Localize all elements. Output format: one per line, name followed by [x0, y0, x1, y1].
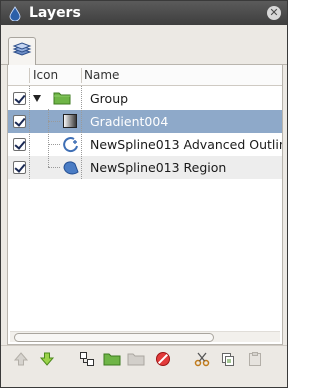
panel-tab-strip — [1, 25, 287, 65]
raise-layer-button[interactable] — [11, 349, 31, 369]
horizontal-scrollbar[interactable] — [10, 331, 280, 342]
tree-header: Icon Name — [8, 65, 282, 86]
layers-stack-icon — [12, 41, 32, 62]
layer-row-group[interactable]: Group — [8, 87, 282, 110]
expand-arrow-icon[interactable] — [33, 95, 41, 102]
encapsulate-button[interactable] — [77, 349, 97, 369]
synfig-drop-icon — [7, 5, 23, 21]
encapsulate-icon — [80, 352, 94, 366]
lower-layer-button[interactable] — [37, 349, 57, 369]
layers-tree[interactable]: Icon Name Group Gradient004 NewSpline013… — [7, 65, 283, 345]
layer-name: NewSpline013 Region — [90, 160, 227, 175]
column-header-icon[interactable]: Icon — [33, 65, 58, 86]
layers-panel-window: Layers ✕ Icon Name Group Gradient004 New… — [0, 0, 288, 388]
tab-layers[interactable] — [8, 37, 36, 65]
layers-toolbar — [1, 345, 287, 371]
tree-guide-line — [81, 86, 82, 179]
window-title: Layers — [29, 5, 81, 21]
folder-icon — [103, 353, 121, 366]
column-separator — [29, 68, 30, 83]
arrow-up-icon — [13, 352, 29, 366]
tree-guide-line — [48, 167, 60, 168]
tree-guide-line — [29, 86, 30, 179]
no-entry-icon — [156, 352, 170, 366]
layer-name: NewSpline013 Advanced Outline — [90, 137, 283, 152]
paste-button[interactable] — [245, 349, 265, 369]
layer-visibility-checkbox[interactable] — [13, 138, 26, 151]
region-icon — [62, 159, 80, 177]
gradient-layer-icon — [62, 113, 80, 131]
folder-grey-icon — [127, 353, 145, 366]
copy-icon — [222, 353, 234, 366]
scissors-icon — [194, 352, 210, 367]
column-separator — [81, 68, 82, 83]
close-icon[interactable]: ✕ — [267, 6, 281, 20]
layer-visibility-checkbox[interactable] — [13, 92, 26, 105]
paste-icon — [249, 352, 261, 366]
delete-layer-button[interactable] — [153, 349, 173, 369]
arrow-down-icon — [39, 352, 55, 366]
layer-name: Group — [90, 91, 129, 106]
cut-button[interactable] — [192, 349, 212, 369]
layer-name: Gradient004 — [90, 114, 169, 129]
copy-button[interactable] — [218, 349, 238, 369]
layer-visibility-checkbox[interactable] — [13, 161, 26, 174]
advanced-outline-icon — [62, 136, 80, 154]
column-header-name[interactable]: Name — [84, 65, 119, 86]
tree-guide-line — [48, 144, 60, 145]
duplicate-button[interactable] — [126, 349, 146, 369]
layer-visibility-checkbox[interactable] — [13, 115, 26, 128]
scrollbar-thumb[interactable] — [14, 333, 214, 342]
new-group-button[interactable] — [102, 349, 122, 369]
tree-guide-line — [48, 121, 60, 122]
status-bar — [1, 371, 287, 387]
tree-guide-line — [48, 109, 49, 167]
title-bar[interactable]: Layers ✕ — [1, 1, 287, 25]
folder-icon — [53, 90, 71, 108]
